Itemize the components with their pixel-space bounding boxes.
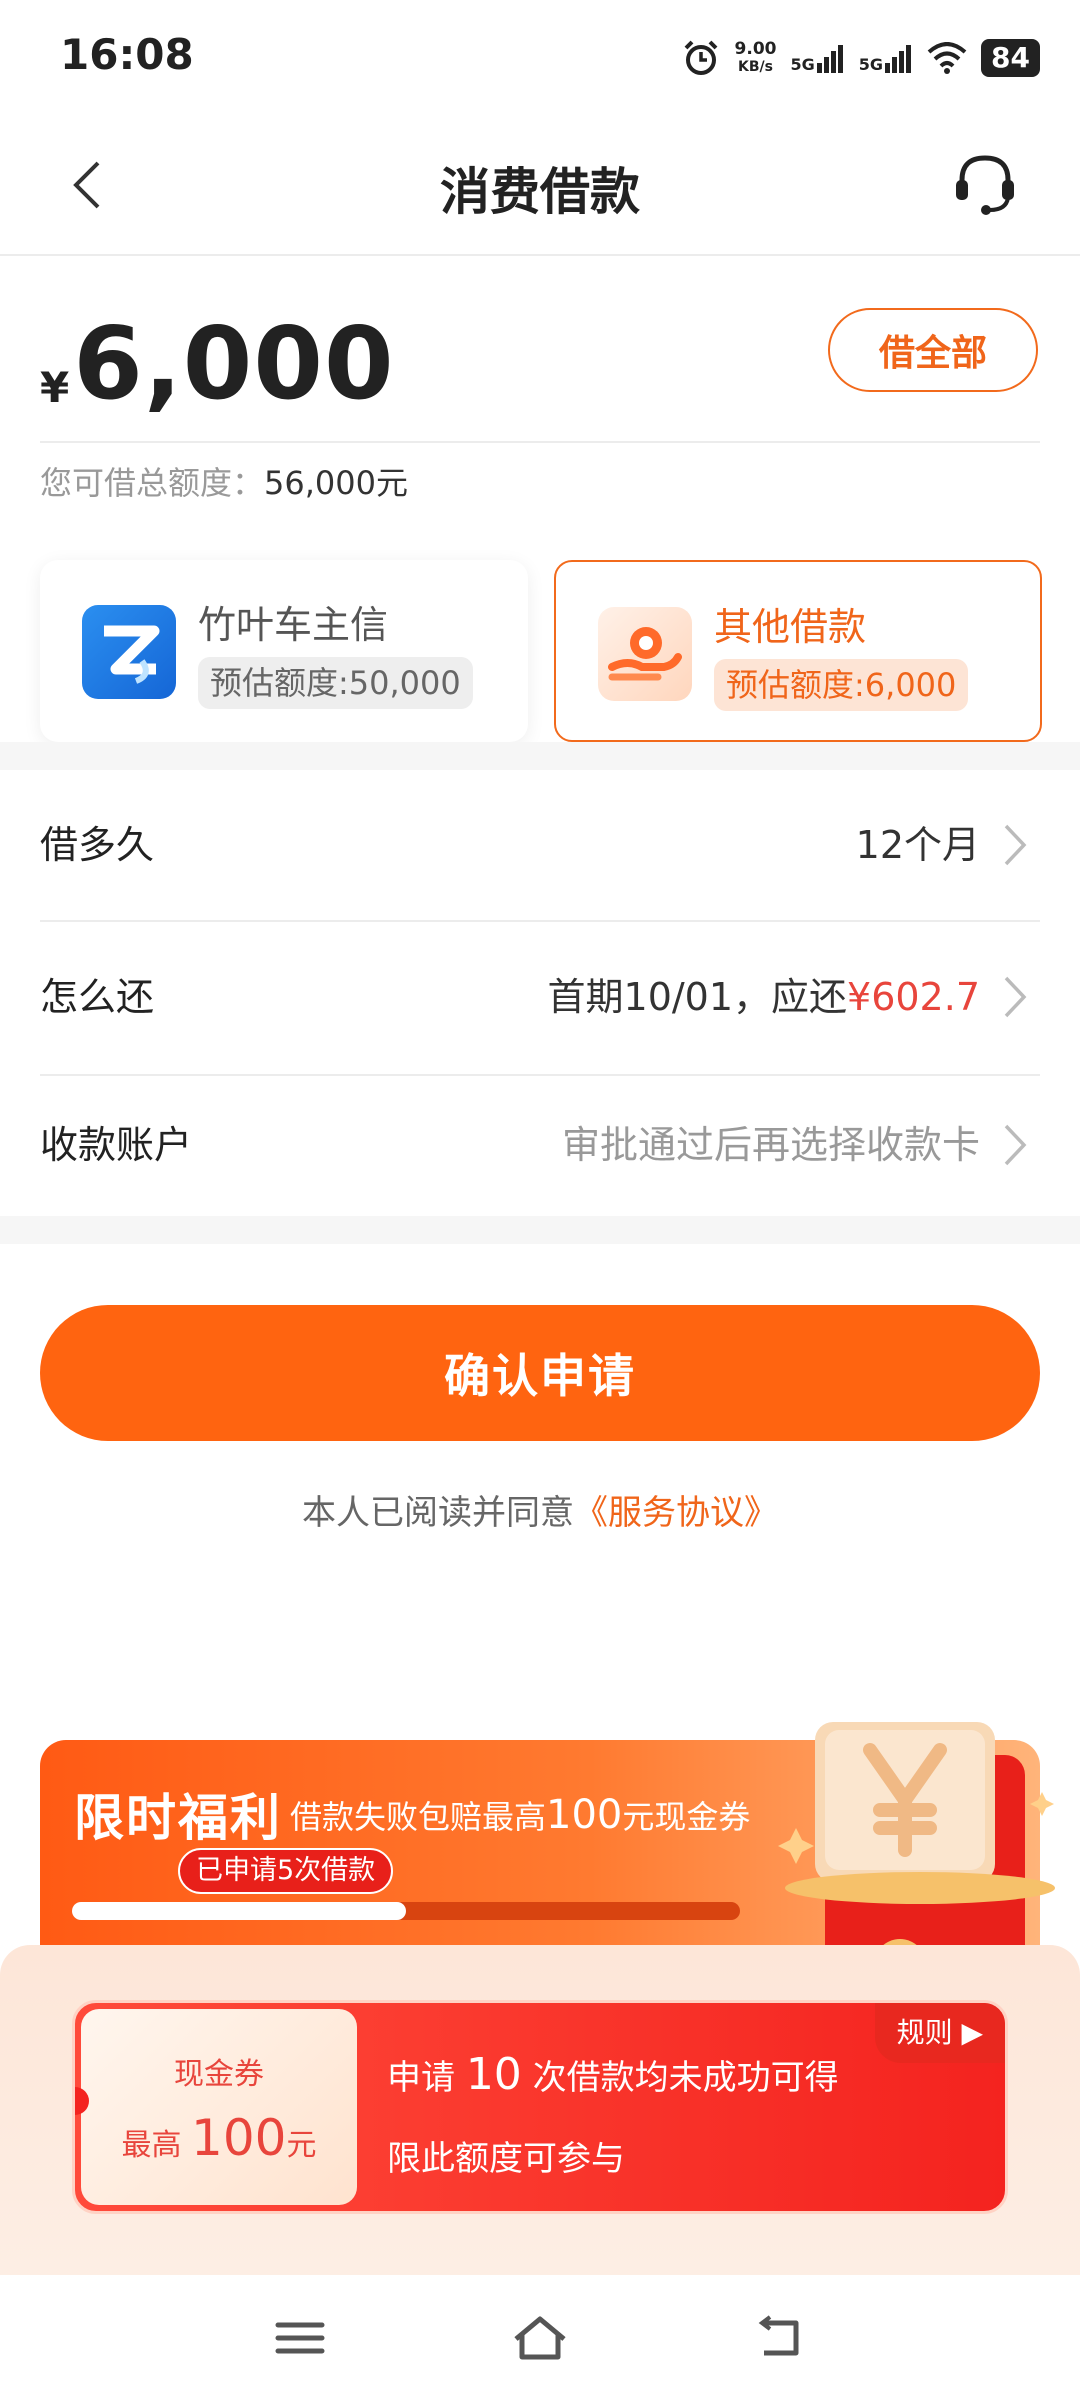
- rules-button[interactable]: 规则 ▶: [874, 2003, 1005, 2063]
- hand-coin-icon: [598, 607, 692, 701]
- promo-subtitle: 借款失败包赔最高100元现金券: [290, 1792, 751, 1838]
- term-row[interactable]: 借多久 12个月: [40, 770, 1040, 920]
- total-limit: 您可借总额度：56,000元: [40, 458, 408, 504]
- borrow-all-button[interactable]: 借全部: [828, 308, 1038, 392]
- chevron-right-icon: [1004, 1124, 1027, 1166]
- chevron-right-icon: [1004, 976, 1027, 1018]
- coupon-scope: 限此额度可参与: [387, 2139, 625, 2179]
- customer-service-button[interactable]: [950, 150, 1020, 220]
- service-agreement-link[interactable]: 《服务协议》: [574, 1493, 778, 1533]
- cash-coupon-card[interactable]: 现金券 最高 100元 申请 10 次借款均未成功可得 限此额度可参与 规则 ▶: [72, 2000, 1008, 2214]
- system-nav-bar: [0, 2275, 1080, 2400]
- promo-title: 限时福利: [74, 1789, 282, 1847]
- net-speed: 9.00 KB/s: [734, 39, 777, 75]
- app-header: 消费借款: [0, 110, 1080, 256]
- amount-value[interactable]: 6,000: [73, 305, 394, 422]
- section-gap: [0, 742, 1080, 770]
- divider: [40, 441, 1040, 443]
- repayment-label: 怎么还: [40, 975, 155, 1019]
- home-icon[interactable]: [510, 2313, 570, 2363]
- coupon-type: 现金券: [174, 2057, 264, 2092]
- status-time: 16:08: [60, 30, 194, 79]
- headset-icon: [956, 155, 1014, 215]
- product-limit: 预估额度:6,000: [714, 659, 969, 711]
- first-payment-amount: ¥602.7: [847, 975, 980, 1019]
- product-limit: 预估额度:50,000: [198, 657, 473, 709]
- currency-symbol: ¥: [40, 363, 70, 412]
- term-label: 借多久: [40, 823, 155, 867]
- battery-indicator: 84: [981, 39, 1040, 77]
- product-name: 竹叶车主信: [198, 603, 389, 647]
- account-label: 收款账户: [40, 1123, 193, 1167]
- total-limit-label: 您可借总额度：: [40, 464, 265, 502]
- wifi-icon: [927, 42, 967, 74]
- promo-progress-fill: [72, 1902, 406, 1920]
- product-card-zhuye[interactable]: 竹叶车主信 预估额度:50,000: [40, 560, 528, 742]
- menu-icon[interactable]: [270, 2313, 330, 2363]
- term-value: 12个月: [855, 823, 980, 867]
- section-gap: [0, 1216, 1080, 1244]
- repayment-row[interactable]: 怎么还 首期10/01，应还¥602.7: [40, 922, 1040, 1072]
- promo-progress-bar: [72, 1902, 740, 1920]
- account-row[interactable]: 收款账户 审批通过后再选择收款卡: [40, 1070, 1040, 1216]
- confirm-apply-button[interactable]: 确认申请: [40, 1305, 1040, 1441]
- agreement-text: 本人已阅读并同意《服务协议》: [302, 1493, 778, 1533]
- coupon-stub: 现金券 最高 100元: [81, 2009, 357, 2205]
- coupon-condition: 申请 10 次借款均未成功可得: [387, 2049, 839, 2100]
- loan-amount: ¥ 6,000: [40, 305, 395, 422]
- progress-tag: 已申请5次借款: [178, 1848, 394, 1894]
- account-value: 审批通过后再选择收款卡: [561, 1123, 980, 1167]
- coupon-value: 最高 100元: [121, 2109, 317, 2167]
- page-title: 消费借款: [440, 163, 640, 221]
- total-limit-value: 56,000元: [264, 464, 408, 502]
- back-nav-icon[interactable]: [750, 2313, 810, 2363]
- product-name: 其他借款: [714, 605, 867, 649]
- signal-icon: 5G: [791, 43, 845, 73]
- status-icons: 9.00 KB/s 5G 5G 84: [681, 38, 1040, 78]
- product-card-other[interactable]: 其他借款 预估额度:6,000: [554, 560, 1042, 742]
- zhuye-logo-icon: [82, 605, 176, 699]
- alarm-icon: [684, 40, 717, 75]
- chevron-right-icon: [1004, 824, 1027, 866]
- signal-icon-2: 5G: [859, 43, 913, 73]
- repayment-value: 首期10/01，应还¥602.7: [547, 975, 980, 1019]
